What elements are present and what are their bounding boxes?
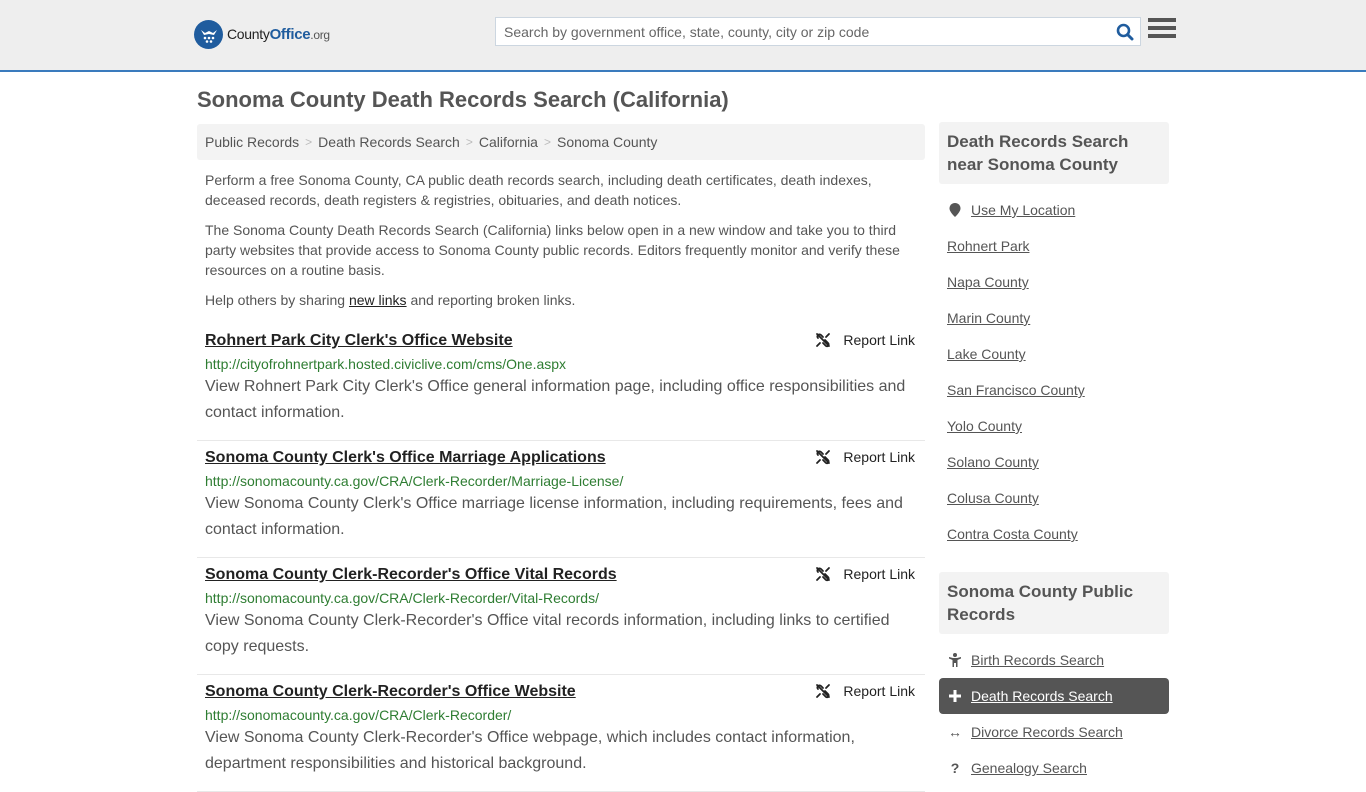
result-item: Sonoma County Clerk-Recorder's Office Vi…: [197, 558, 925, 675]
map-marker-icon: [947, 203, 963, 217]
new-links-link[interactable]: new links: [349, 292, 407, 308]
search-bar: [495, 17, 1141, 46]
result-url: http://sonomacounty.ca.gov/CRA/Clerk-Rec…: [205, 473, 624, 489]
nearby-item: Lake County: [939, 336, 1169, 372]
divorce-records-search-link[interactable]: Divorce Records Search: [971, 724, 1123, 740]
nearby-item: Marin County: [939, 300, 1169, 336]
nearby-item: Yolo County: [939, 408, 1169, 444]
breadcrumb-separator: >: [305, 135, 313, 149]
nearby-item: Contra Costa County: [939, 516, 1169, 552]
intro-paragraph-1: Perform a free Sonoma County, CA public …: [205, 172, 872, 208]
hamburger-menu-icon[interactable]: [1148, 18, 1176, 44]
breadcrumb-sonoma-county[interactable]: Sonoma County: [557, 134, 657, 150]
result-title-link[interactable]: Rohnert Park City Clerk's Office Website: [205, 330, 513, 352]
report-link-button[interactable]: Report Link: [815, 566, 915, 582]
breadcrumb-california[interactable]: California: [479, 134, 538, 150]
birth-records-search-link[interactable]: Birth Records Search: [971, 652, 1104, 668]
report-link-label: Report Link: [843, 332, 915, 348]
result-url: http://sonomacounty.ca.gov/CRA/Clerk-Rec…: [205, 590, 599, 606]
result-title-link[interactable]: Sonoma County Clerk-Recorder's Office Vi…: [205, 564, 617, 586]
report-link-label: Report Link: [843, 449, 915, 465]
nearby-item: Colusa County: [939, 480, 1169, 516]
report-link-label: Report Link: [843, 566, 915, 582]
result-item: Sonoma County Clerk-Recorder's Office We…: [197, 675, 925, 792]
site-header: CountyOffice.org: [0, 0, 1366, 72]
broken-link-icon: [816, 333, 831, 348]
nearby-link-san-francisco-county[interactable]: San Francisco County: [947, 382, 1085, 398]
result-title-link[interactable]: Sonoma County Clerk-Recorder's Office We…: [205, 681, 576, 703]
result-description: View Rohnert Park City Clerk's Office ge…: [205, 378, 906, 421]
logo-tld: .org: [310, 28, 330, 42]
nearby-link-contra-costa-county[interactable]: Contra Costa County: [947, 526, 1078, 542]
public-records-item: ↔ Divorce Records Search: [939, 714, 1169, 750]
nearby-item: Rohnert Park: [939, 228, 1169, 264]
results-list: Rohnert Park City Clerk's Office Website…: [197, 324, 925, 792]
nearby-link-marin-county[interactable]: Marin County: [947, 310, 1030, 326]
report-link-button[interactable]: Report Link: [815, 683, 915, 699]
broken-link-icon: [816, 450, 831, 465]
sidebar: Death Records Search near Sonoma County …: [939, 122, 1169, 786]
broken-link-icon: [816, 567, 831, 582]
nearby-link-colusa-county[interactable]: Colusa County: [947, 490, 1039, 506]
report-link-label: Report Link: [843, 683, 915, 699]
public-records-item-active: Death Records Search: [939, 678, 1169, 714]
result-item: Rohnert Park City Clerk's Office Website…: [197, 324, 925, 441]
use-my-location-item: Use My Location: [939, 192, 1169, 228]
breadcrumb-separator: >: [543, 135, 551, 149]
result-description: View Sonoma County Clerk-Recorder's Offi…: [205, 729, 855, 772]
question-icon: ?: [950, 760, 960, 776]
child-icon: [947, 653, 963, 667]
breadcrumb-public-records[interactable]: Public Records: [205, 134, 299, 150]
page-title: Sonoma County Death Records Search (Cali…: [197, 87, 729, 112]
result-description: View Sonoma County Clerk-Recorder's Offi…: [205, 612, 890, 655]
logo-county: County: [227, 26, 270, 42]
intro-help-text: Help others by sharing: [205, 292, 349, 308]
death-records-search-link[interactable]: Death Records Search: [971, 688, 1113, 704]
intro-help-text-end: and reporting broken links.: [406, 292, 576, 308]
broken-link-icon: [816, 684, 831, 699]
site-logo[interactable]: CountyOffice.org: [194, 20, 330, 49]
result-url: http://cityofrohnertpark.hosted.civicliv…: [205, 356, 567, 372]
intro-paragraph-3: Help others by sharing new links and rep…: [205, 290, 920, 310]
intro-text: Perform a free Sonoma County, CA public …: [205, 170, 920, 320]
intro-paragraph-2: The Sonoma County Death Records Search (…: [205, 222, 900, 278]
nearby-list: Use My Location Rohnert Park Napa County…: [939, 184, 1169, 552]
public-records-item: Birth Records Search: [939, 642, 1169, 678]
nearby-link-solano-county[interactable]: Solano County: [947, 454, 1039, 470]
breadcrumb-separator: >: [465, 135, 473, 149]
report-link-button[interactable]: Report Link: [815, 332, 915, 348]
public-records-list: Birth Records Search Death Records Searc…: [939, 634, 1169, 786]
eagle-stars-icon: [194, 20, 223, 49]
search-button[interactable]: [1110, 18, 1140, 45]
use-my-location-link[interactable]: Use My Location: [971, 202, 1075, 218]
nearby-item: Napa County: [939, 264, 1169, 300]
arrows-horizontal-icon: ↔: [948, 724, 962, 740]
nearby-link-napa-county[interactable]: Napa County: [947, 274, 1029, 290]
logo-text: CountyOffice.org: [227, 26, 330, 43]
search-input[interactable]: [496, 18, 1110, 45]
result-title-link[interactable]: Sonoma County Clerk's Office Marriage Ap…: [205, 447, 606, 469]
nearby-link-yolo-county[interactable]: Yolo County: [947, 418, 1022, 434]
nearby-link-rohnert-park[interactable]: Rohnert Park: [947, 238, 1029, 254]
logo-office: Office: [269, 26, 311, 43]
nearby-item: San Francisco County: [939, 372, 1169, 408]
nearby-link-lake-county[interactable]: Lake County: [947, 346, 1026, 362]
nearby-item: Solano County: [939, 444, 1169, 480]
report-link-button[interactable]: Report Link: [815, 449, 915, 465]
result-description: View Sonoma County Clerk's Office marria…: [205, 495, 903, 538]
breadcrumb: Public Records > Death Records Search > …: [197, 124, 925, 160]
search-icon: [1116, 23, 1134, 40]
public-records-heading: Sonoma County Public Records: [939, 572, 1169, 634]
breadcrumb-death-records-search[interactable]: Death Records Search: [318, 134, 460, 150]
genealogy-search-link[interactable]: Genealogy Search: [971, 760, 1087, 776]
plus-icon: [947, 690, 963, 702]
nearby-heading: Death Records Search near Sonoma County: [939, 122, 1169, 184]
public-records-item: ? Genealogy Search: [939, 750, 1169, 786]
result-url: http://sonomacounty.ca.gov/CRA/Clerk-Rec…: [205, 707, 512, 723]
result-item: Sonoma County Clerk's Office Marriage Ap…: [197, 441, 925, 558]
